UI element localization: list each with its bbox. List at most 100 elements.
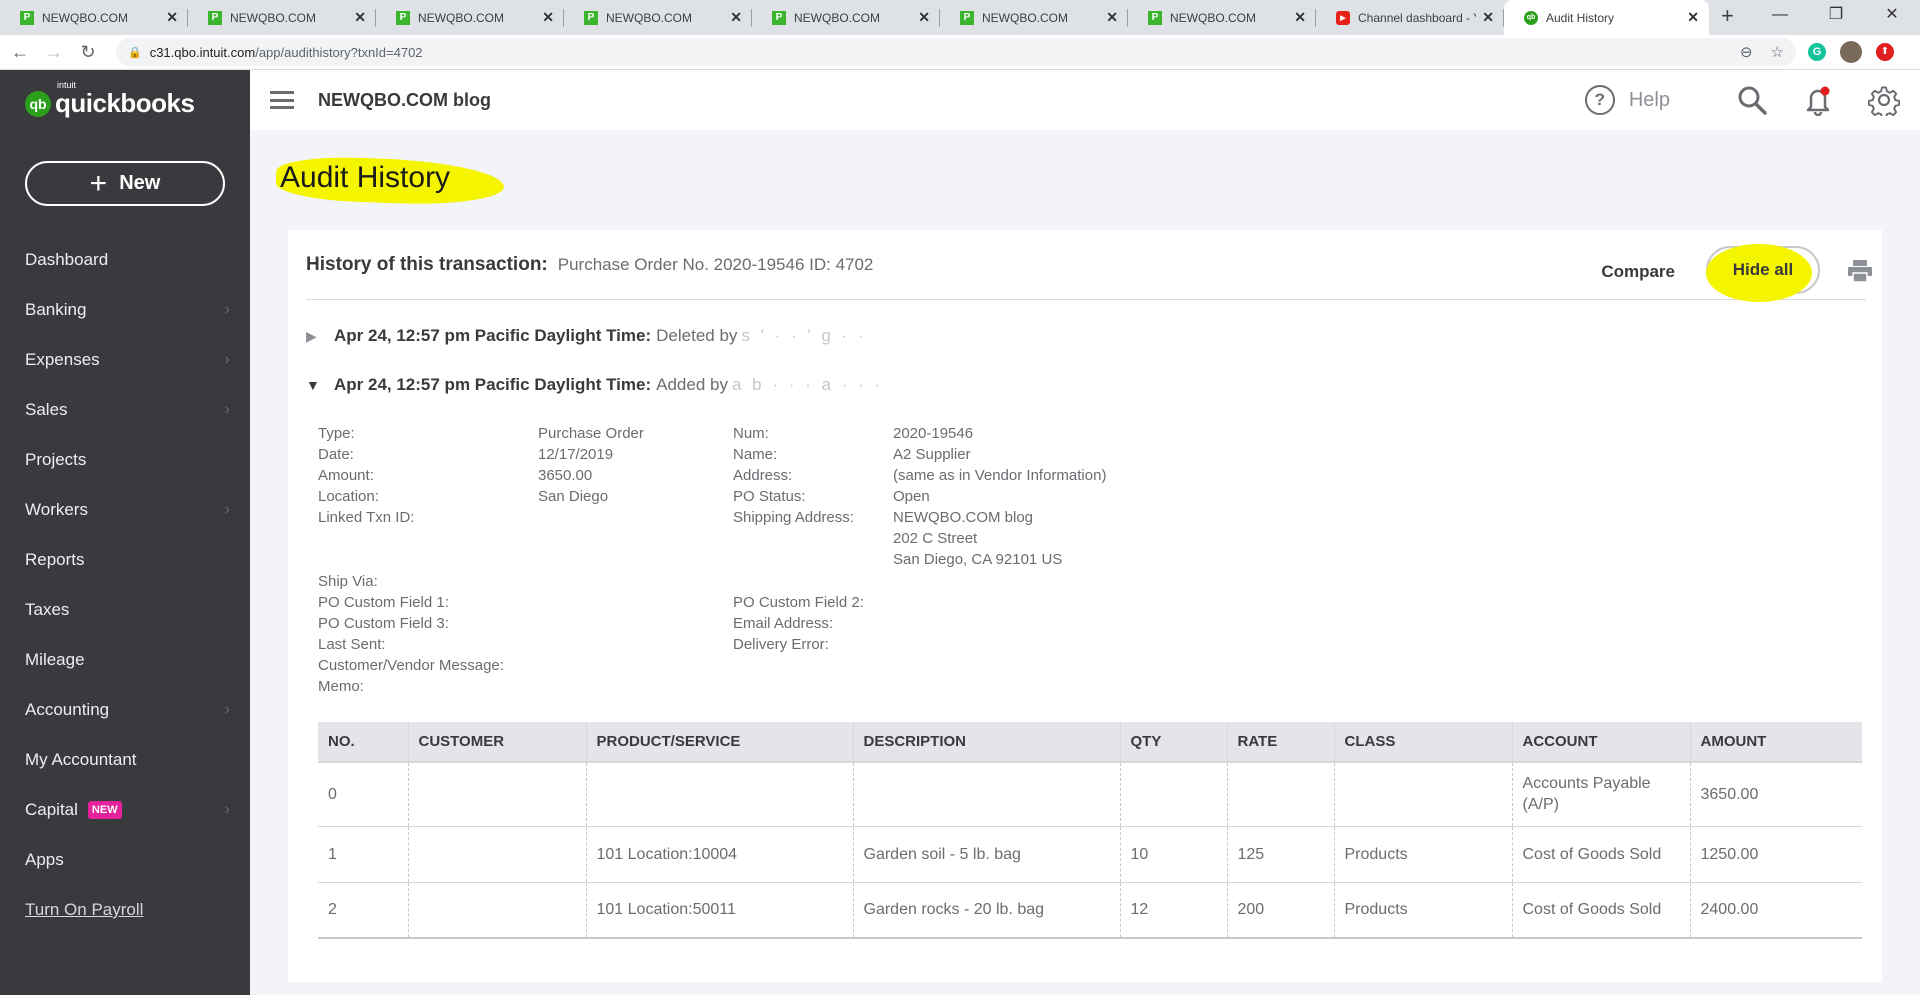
table-cell	[408, 882, 587, 939]
browser-tab[interactable]: P NEWQBO.COM ✕	[376, 0, 564, 35]
event-action: Deleted by	[656, 326, 738, 345]
sidebar-item-capital[interactable]: Capital NEW ›	[0, 785, 250, 835]
close-tab-icon[interactable]: ✕	[730, 9, 742, 26]
tab-title: NEWQBO.COM	[606, 10, 692, 25]
sidebar-item-workers[interactable]: Workers ›	[0, 485, 250, 535]
column-header: RATE	[1227, 722, 1335, 763]
table-cell	[408, 762, 587, 827]
newqbo-favicon-icon: P	[20, 10, 34, 25]
sidebar-item-taxes[interactable]: Taxes	[0, 585, 250, 635]
profile-avatar[interactable]	[1840, 41, 1862, 63]
detail-label: PO Custom Field 1:	[318, 594, 449, 611]
close-tab-icon[interactable]: ✕	[354, 9, 366, 26]
chevron-right-icon: ›	[224, 701, 230, 718]
close-tab-icon[interactable]: ✕	[1106, 9, 1118, 26]
close-tab-icon[interactable]: ✕	[918, 9, 930, 26]
expand-arrow-icon[interactable]: ▶	[306, 328, 326, 345]
hamburger-menu-icon[interactable]	[270, 91, 294, 109]
new-button[interactable]: + New	[25, 161, 225, 206]
forward-icon[interactable]: →	[40, 42, 68, 63]
detail-value: NEWQBO.COM blog	[893, 509, 1034, 526]
browser-tab[interactable]: P NEWQBO.COM ✕	[0, 0, 188, 35]
chevron-right-icon: ›	[224, 351, 230, 368]
close-tab-icon[interactable]: ✕	[1294, 9, 1306, 26]
reload-icon[interactable]: ↻	[74, 42, 102, 63]
chevron-right-icon: ›	[224, 401, 230, 418]
sidebar-item-apps[interactable]: Apps	[0, 835, 250, 885]
browser-tab-active[interactable]: qb Audit History ✕	[1504, 0, 1709, 35]
sidebar-item-label: Turn On Payroll	[25, 900, 144, 919]
help-icon[interactable]: ?	[1584, 85, 1615, 115]
detail-value: (same as in Vendor Information)	[893, 467, 1107, 484]
newqbo-favicon-icon: P	[1148, 10, 1162, 25]
hide-all-button[interactable]: Hide all	[1706, 244, 1820, 302]
event-timestamp: Apr 24, 12:57 pm Pacific Daylight Time:	[334, 375, 652, 394]
quickbooks-logo[interactable]: qb intuit quickbooks	[25, 80, 195, 119]
table-cell: 2400.00	[1690, 882, 1862, 939]
collapse-arrow-icon[interactable]: ▼	[306, 377, 326, 393]
notifications-bell-icon[interactable]	[1800, 82, 1836, 118]
transaction-identifier: Purchase Order No. 2020-19546 ID: 4702	[557, 254, 874, 274]
close-window-button[interactable]: ✕	[1864, 0, 1920, 30]
sidebar-item-label: Banking	[25, 300, 87, 319]
sidebar-item-my-accountant[interactable]: My Accountant	[0, 735, 250, 785]
minimize-button[interactable]: —	[1752, 0, 1808, 30]
back-icon[interactable]: ←	[6, 42, 34, 63]
compare-button[interactable]: Compare	[1601, 262, 1675, 282]
close-tab-icon[interactable]: ✕	[1482, 9, 1494, 26]
grammarly-extension-icon[interactable]: G	[1808, 43, 1826, 61]
browser-tab[interactable]: P NEWQBO.COM ✕	[188, 0, 376, 35]
table-cell: Garden rocks - 20 lb. bag	[853, 882, 1121, 939]
audit-history-card: History of this transaction: Purchase Or…	[288, 230, 1882, 982]
settings-gear-icon[interactable]	[1866, 82, 1902, 118]
table-cell: Cost of Goods Sold	[1512, 826, 1691, 883]
address-bar[interactable]: 🔒 c31.qbo.intuit.com/app/audithistory?tx…	[116, 38, 1796, 66]
sidebar-item-label: Sales	[25, 400, 68, 419]
print-icon[interactable]	[1848, 260, 1872, 283]
tab-title: Channel dashboard - Yo	[1358, 10, 1477, 25]
tab-title: NEWQBO.COM	[794, 10, 880, 25]
sidebar-item-projects[interactable]: Projects	[0, 435, 250, 485]
close-tab-icon[interactable]: ✕	[542, 9, 554, 26]
sidebar-item-reports[interactable]: Reports	[0, 535, 250, 585]
newqbo-favicon-icon: P	[584, 10, 598, 25]
table-cell	[1120, 762, 1228, 827]
newqbo-favicon-icon: P	[960, 10, 974, 25]
sidebar-item-label: My Accountant	[25, 750, 137, 769]
sidebar-item-accounting[interactable]: Accounting ›	[0, 685, 250, 735]
history-event-added[interactable]: ▼ Apr 24, 12:57 pm Pacific Daylight Time…	[306, 375, 883, 395]
new-tab-button[interactable]: +	[1721, 1, 1734, 31]
zoom-icon[interactable]: ⊖	[1740, 43, 1753, 61]
close-tab-icon[interactable]: ✕	[1687, 9, 1699, 26]
browser-tab[interactable]: ▶ Channel dashboard - Yo ✕	[1316, 0, 1504, 35]
sidebar-item-expenses[interactable]: Expenses ›	[0, 335, 250, 385]
update-extension-icon[interactable]: ⬆	[1876, 43, 1894, 61]
browser-tab[interactable]: P NEWQBO.COM ✕	[752, 0, 940, 35]
restore-button[interactable]: ❐	[1808, 0, 1864, 30]
sidebar-item-sales[interactable]: Sales ›	[0, 385, 250, 435]
history-event-deleted[interactable]: ▶ Apr 24, 12:57 pm Pacific Daylight Time…	[306, 326, 867, 346]
browser-tab[interactable]: P NEWQBO.COM ✕	[940, 0, 1128, 35]
search-icon[interactable]	[1734, 82, 1770, 118]
detail-label: Num:	[733, 425, 769, 442]
browser-tab[interactable]: P NEWQBO.COM ✕	[564, 0, 752, 35]
table-cell: 125	[1227, 826, 1335, 883]
table-cell: 1	[318, 826, 409, 883]
sidebar-item-dashboard[interactable]: Dashboard	[0, 235, 250, 285]
turn-on-payroll-link[interactable]: Turn On Payroll	[0, 885, 250, 935]
bookmark-star-icon[interactable]: ☆	[1771, 43, 1784, 61]
quickbooks-wordmark: quickbooks	[55, 88, 195, 118]
detail-label: Memo:	[318, 678, 364, 695]
plus-icon: +	[89, 166, 108, 200]
detail-value: Purchase Order	[538, 425, 644, 442]
sidebar-item-banking[interactable]: Banking ›	[0, 285, 250, 335]
browser-tab[interactable]: P NEWQBO.COM ✕	[1128, 0, 1316, 35]
detail-label: Name:	[733, 446, 778, 463]
table-cell: 3650.00	[1690, 762, 1862, 827]
close-tab-icon[interactable]: ✕	[166, 9, 178, 26]
table-cell: Cost of Goods Sold	[1512, 882, 1691, 939]
sidebar-item-label: Workers	[25, 500, 88, 519]
help-button[interactable]: Help	[1629, 89, 1670, 112]
sidebar-item-mileage[interactable]: Mileage	[0, 635, 250, 685]
tab-title: Audit History	[1546, 10, 1615, 25]
